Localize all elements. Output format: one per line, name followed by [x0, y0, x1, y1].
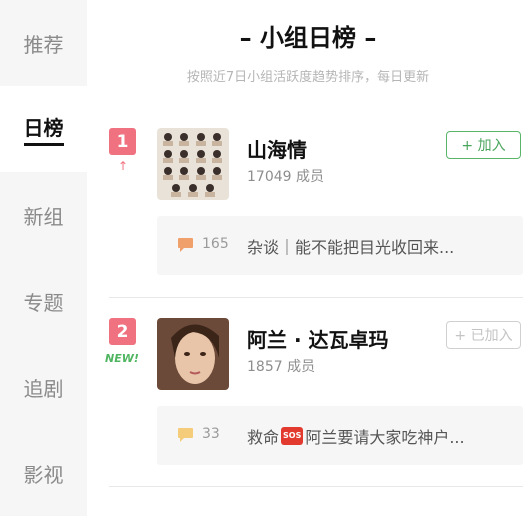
- group-name[interactable]: 阿兰 · 达瓦卓玛: [247, 324, 389, 353]
- comment-count: 33: [202, 426, 220, 442]
- post-title-prefix: 救命: [247, 428, 280, 447]
- divider: [109, 297, 523, 298]
- featured-post[interactable]: 33 救命 SOS 阿兰要请大家吃神户...: [157, 406, 523, 465]
- join-button[interactable]: + 加入: [446, 131, 521, 159]
- sidebar-item-label: 追剧: [23, 376, 64, 401]
- post-title[interactable]: 杂谈｜能不能把目光收回来...: [247, 234, 454, 258]
- sidebar-item-label: 日榜: [23, 112, 64, 146]
- sidebar-item-label: 专题: [23, 290, 64, 315]
- comment-icon: [178, 238, 193, 252]
- sidebar-item-label: 推荐: [23, 32, 64, 57]
- sidebar: 推荐 日榜 新组 专题 追剧 影视: [0, 0, 87, 516]
- sidebar-item-label: 影视: [23, 462, 64, 487]
- post-title-text: 阿兰要请大家吃神户...: [305, 428, 465, 447]
- sidebar-item-new-groups[interactable]: 新组: [0, 172, 87, 258]
- new-tag: NEW!: [105, 352, 139, 365]
- sidebar-item-label: 新组: [23, 204, 64, 229]
- post-title[interactable]: 救命 SOS 阿兰要请大家吃神户...: [247, 424, 465, 448]
- group-avatar[interactable]: [157, 128, 229, 200]
- comment-count: 165: [202, 236, 229, 252]
- sidebar-item-topics[interactable]: 专题: [0, 258, 87, 344]
- rank-badge: 1: [109, 128, 136, 155]
- rank-badge: 2: [109, 318, 136, 345]
- featured-post[interactable]: 165 杂谈｜能不能把目光收回来...: [157, 216, 523, 275]
- sidebar-item-drama[interactable]: 追剧: [0, 344, 87, 430]
- member-count: 17049 成员: [247, 169, 324, 185]
- group-avatar[interactable]: [157, 318, 229, 390]
- trend-up-icon: ↑: [118, 159, 129, 173]
- page-subtitle: 按照近7日小组活跃度趋势排序，每日更新: [186, 70, 430, 85]
- comment-icon: [178, 428, 193, 442]
- sos-emoji-icon: SOS: [281, 427, 304, 445]
- divider: [109, 486, 523, 487]
- sidebar-item-daily-ranking[interactable]: 日榜: [0, 86, 87, 172]
- group-name[interactable]: 山海情: [247, 134, 307, 163]
- main-content: – 小组日榜 – 按照近7日小组活跃度趋势排序，每日更新 1 ↑ 山海情 170…: [87, 0, 529, 490]
- page-title: – 小组日榜 –: [239, 24, 377, 52]
- member-count: 1857 成员: [247, 359, 316, 375]
- sidebar-item-film-tv[interactable]: 影视: [0, 430, 87, 516]
- sidebar-item-recommend[interactable]: 推荐: [0, 0, 87, 86]
- joined-button[interactable]: + 已加入: [446, 321, 521, 349]
